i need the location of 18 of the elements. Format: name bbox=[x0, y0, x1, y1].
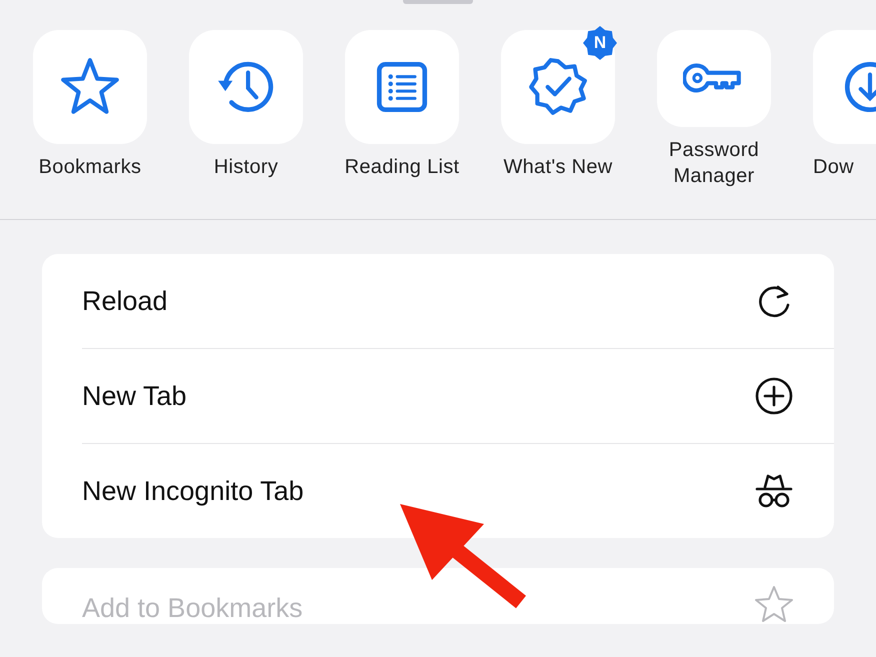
shortcut-label[interactable]: Bookmarks bbox=[38, 154, 142, 180]
menu-item[interactable]: New Incognito Tab bbox=[82, 444, 834, 538]
new-badge: N bbox=[583, 26, 617, 60]
shortcut-label[interactable]: Password Manager bbox=[668, 137, 760, 189]
verified-badge-icon bbox=[527, 56, 589, 118]
menu-item[interactable]: New Tab bbox=[82, 349, 834, 444]
star-icon bbox=[754, 584, 794, 624]
shortcut-tile[interactable] bbox=[33, 30, 147, 144]
shortcut-label[interactable]: Reading List bbox=[344, 154, 460, 180]
shortcut-tile[interactable] bbox=[189, 30, 303, 144]
shortcut-tile[interactable] bbox=[657, 30, 771, 127]
shortcut-label[interactable]: Dow bbox=[813, 154, 854, 180]
drag-handle[interactable] bbox=[403, 0, 473, 4]
shortcut-label[interactable]: What's New bbox=[503, 154, 613, 180]
plus-circle-icon bbox=[754, 376, 794, 416]
shortcut-tile[interactable] bbox=[345, 30, 459, 144]
menu-item[interactable]: Reload bbox=[82, 254, 834, 349]
shortcut-label[interactable]: History bbox=[214, 154, 278, 180]
